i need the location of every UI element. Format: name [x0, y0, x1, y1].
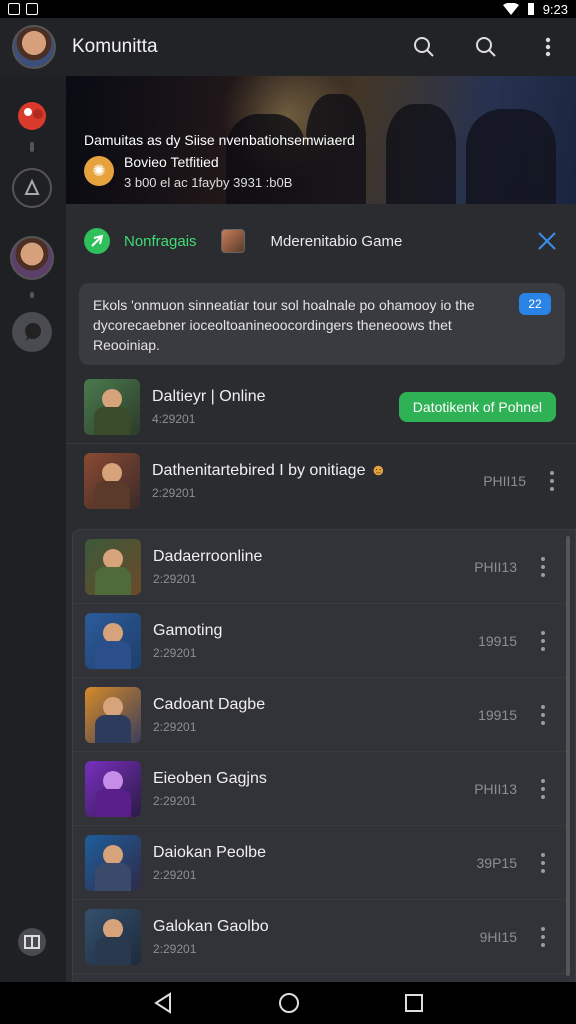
item-meta: 39P15: [476, 854, 517, 871]
leaf-icon: [84, 228, 110, 254]
recents-icon[interactable]: [404, 993, 424, 1013]
item-title: Dathenitartebired I by onitiage ☻: [152, 462, 387, 479]
game-thumbnail: [85, 760, 141, 817]
game-thumbnail: [85, 538, 141, 595]
item-subtitle: 2:29201: [153, 793, 197, 808]
item-subtitle: 4:29201: [152, 411, 196, 426]
message-badge: 22: [519, 293, 551, 315]
item-title: Gamoting: [153, 621, 223, 639]
list-item[interactable]: Daltieyr | Online 4:29201 Datotikenk of …: [66, 370, 576, 444]
notification-game: Mderenitabio Game: [270, 232, 403, 250]
list-item[interactable]: Daiokan Peolbe 2:29201 39P15: [73, 826, 567, 900]
app-bar: Komunitta: [0, 18, 576, 76]
battery-icon: [527, 3, 534, 15]
close-icon[interactable]: [532, 226, 562, 256]
message-card[interactable]: Ekols 'onmuon sinneatiar tour sol hoalna…: [79, 283, 565, 365]
more-vert-icon[interactable]: [528, 27, 568, 67]
item-title: Cadoant Dagbe: [153, 695, 266, 713]
item-subtitle: 2:29201: [153, 941, 197, 956]
notification-label: Nonfragais: [124, 232, 197, 250]
game-thumbnail: [84, 453, 140, 509]
notification-icon-2: [26, 3, 38, 15]
emoji-icon: ☻: [369, 462, 387, 479]
more-vert-icon[interactable]: [533, 630, 553, 651]
sidebar-item-chat[interactable]: [12, 312, 52, 352]
back-icon[interactable]: [152, 992, 174, 1014]
notification-icon: [8, 3, 20, 15]
message-text: Ekols 'onmuon sinneatiar tour sol hoalna…: [93, 297, 475, 353]
library-icon: [24, 935, 40, 949]
game-thumbnail: [85, 908, 141, 965]
game-thumbnail: [85, 612, 141, 669]
search-icon[interactable]: [404, 27, 444, 67]
item-title: Daiokan Peolbe: [153, 843, 266, 861]
banner-details: 3 b00 el ac 1fayby 3931 :b0B: [124, 175, 293, 190]
more-vert-icon[interactable]: [533, 556, 553, 577]
search-icon-2[interactable]: [466, 27, 506, 67]
more-vert-icon[interactable]: [533, 926, 553, 947]
chat-bubble-icon: [25, 323, 41, 341]
hero-banner[interactable]: Damuitas as dy Siise nvenbatiohsemwiaerd…: [66, 76, 576, 204]
sidebar: [0, 76, 66, 982]
game-thumbnail: [84, 378, 140, 435]
separator-dot: [30, 142, 34, 152]
sidebar-item-explore[interactable]: [12, 168, 52, 208]
list-item[interactable]: Gamoting 2:29201 19915: [73, 604, 567, 678]
avatar[interactable]: [12, 25, 56, 69]
game-list: Dadaerroonline 2:29201 PHII13 Gamoting 2:2…: [72, 529, 576, 982]
scrollbar[interactable]: [566, 536, 570, 976]
item-meta: PHII15: [483, 473, 526, 489]
join-button[interactable]: Datotikenk of Pohnel: [398, 391, 556, 422]
item-subtitle: 2:29201: [152, 486, 196, 500]
list-item[interactable]: Dadaerroonline 2:29201 PHII13: [73, 530, 567, 604]
game-thumbnail: [85, 686, 141, 743]
more-vert-icon[interactable]: [542, 471, 562, 491]
home-icon[interactable]: [278, 992, 300, 1014]
more-vert-icon[interactable]: [533, 704, 553, 725]
main-content: Damuitas as dy Siise nvenbatiohsemwiaerd…: [66, 76, 576, 982]
compass-icon: [24, 178, 40, 195]
sidebar-item-profile[interactable]: [10, 236, 54, 280]
notification-row[interactable]: Nonfragais Mderenitabio Game: [66, 204, 576, 278]
item-subtitle: 2:29201: [153, 719, 197, 734]
game-thumbnail: [85, 834, 141, 891]
game-thumbnail: [220, 229, 245, 253]
item-title: Daltieyr | Online: [152, 387, 266, 405]
item-meta: 19915: [478, 706, 517, 723]
item-meta: PHII13: [474, 558, 517, 575]
list-item[interactable]: Cadoant Dagbe 2:29201 19915: [73, 678, 567, 752]
item-subtitle: 2:29201: [153, 571, 197, 586]
list-item[interactable]: Eieoben Gagjns 2:29201 PHII13: [73, 752, 567, 826]
clock: 9:23: [542, 1, 568, 17]
separator-dot-2: [30, 292, 34, 298]
list-item[interactable]: Galokan Gaolbo 2:29201 9HI15: [73, 900, 567, 974]
page-title: Komunitta: [72, 36, 158, 57]
status-bar: 9:23: [0, 0, 576, 18]
system-nav-bar: [0, 982, 576, 1024]
item-subtitle: 2:29201: [153, 867, 197, 882]
item-subtitle: 2:29201: [153, 645, 197, 660]
banner-subtitle: Bovieo Tetfitied: [124, 154, 219, 170]
wifi-icon: [502, 3, 519, 15]
item-meta: 19915: [478, 632, 517, 649]
list-item[interactable]: Dathenitartebired I by onitiage ☻ 2:2920…: [66, 444, 576, 518]
more-vert-icon[interactable]: [533, 778, 553, 799]
item-title: Dadaerroonline: [153, 547, 263, 565]
more-vert-icon[interactable]: [533, 852, 553, 873]
sidebar-item-library[interactable]: [18, 928, 46, 956]
sun-icon: ✺: [84, 156, 114, 186]
banner-headline: Damuitas as dy Siise nvenbatiohsemwiaerd: [84, 132, 355, 148]
item-meta: 9HI15: [479, 928, 517, 945]
mascot-icon: [18, 102, 46, 130]
item-title: Eieoben Gagjns: [153, 769, 267, 787]
item-meta: PHII13: [474, 780, 517, 797]
item-title: Galokan Gaolbo: [153, 917, 269, 935]
sidebar-item-mascot[interactable]: [12, 94, 52, 134]
